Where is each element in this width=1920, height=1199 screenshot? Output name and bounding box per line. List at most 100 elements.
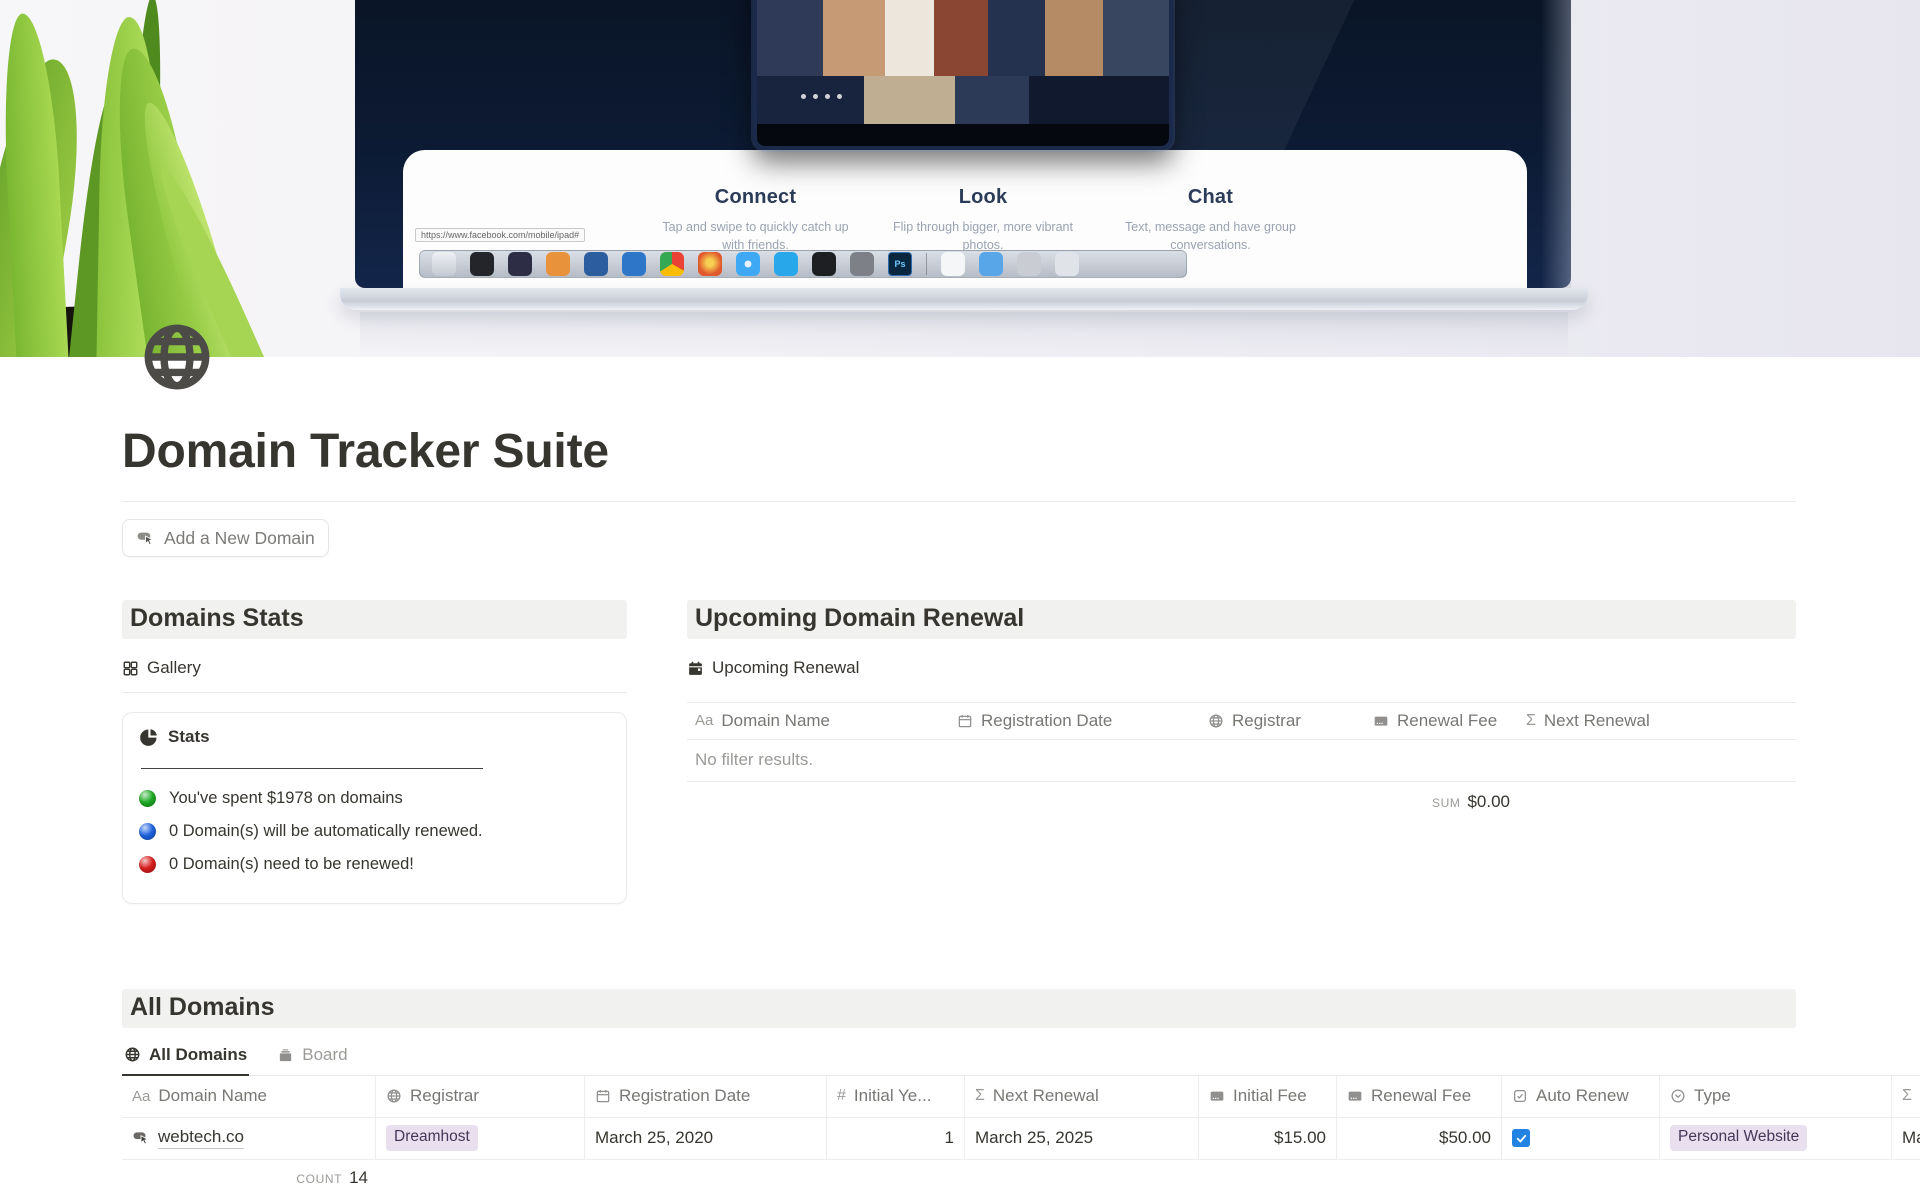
dock-app-icon-eclipse [508,252,532,276]
notion-page: Connect Tap and swipe to quickly catch u… [0,0,1920,1199]
add-new-domain-label: Add a New Domain [164,528,315,549]
stat-item-need-renew: 0 Domain(s) need to be renewed! [139,848,610,881]
column-header-initial-years[interactable]: # Initial Ye... [827,1076,965,1117]
cover-feature-desc: Flip through bigger, more vibrant photos… [881,218,1086,254]
table-row-webtech: webtech.co Dreamhost March 25, 2020 1 Ma… [122,1118,1920,1160]
column-header-initial-fee[interactable]: Initial Fee [1199,1076,1337,1117]
sum-value: $0.00 [1467,792,1510,812]
cell-auto-renew [1502,1118,1660,1159]
upcoming-renewal-view-label: Upcoming Renewal [712,658,859,678]
cover-feature-look: Look Flip through bigger, more vibrant p… [881,186,1086,254]
column-label: Initial Ye... [854,1086,932,1106]
dock-app-icon-firefox [698,252,722,276]
column-label: Registrar [410,1086,479,1106]
cell-registrar[interactable]: Dreamhost [376,1118,585,1159]
tablet-photo-cell [988,0,1046,76]
dock-app-icon-photoshop: Ps [888,252,912,276]
column-header-registration-date[interactable]: Registration Date [949,711,1200,731]
sigma-icon: Σ [1902,1087,1912,1105]
count-calculation[interactable]: COUNT 14 [122,1168,376,1188]
registrar-tag: Dreamhost [386,1125,478,1151]
globe-icon [1208,713,1224,729]
hash-icon: # [837,1087,846,1105]
calendar-icon [687,660,704,677]
column-header-registrar[interactable]: Registrar [1200,711,1365,731]
tab-board[interactable]: Board [275,1041,349,1075]
dock-app-icon-thunderbird [622,252,646,276]
column-label: Registration Date [619,1086,750,1106]
upcoming-renewal-table: Aa Domain Name Registrati [687,702,1796,812]
cell-formula[interactable]: Ma [1892,1118,1920,1159]
tablet-photo-cell [934,0,988,76]
sum-label: SUM [1432,796,1460,810]
cell-initial-fee[interactable]: $15.00 [1199,1118,1337,1159]
cell-initial-years[interactable]: 1 [827,1118,965,1159]
column-header-registrar[interactable]: Registrar [376,1076,585,1117]
column-header-auto-renew[interactable]: Auto Renew [1502,1076,1660,1117]
dock-app-icon-terminal [812,252,836,276]
cover-feature-title: Look [881,186,1086,209]
empty-results-text: No filter results. [687,740,1796,782]
column-header-renewal-fee[interactable]: Renewal Fee [1365,711,1518,731]
cover-feature-title: Connect [653,186,858,209]
column-label: Registration Date [981,711,1112,731]
tab-all-domains[interactable]: All Domains [122,1041,249,1076]
button-click-icon [132,1129,150,1147]
column-header-next-renewal[interactable]: Σ Next Renewal [965,1076,1199,1117]
dock-app-icon-skype [774,252,798,276]
cell-renewal-fee[interactable]: $50.00 [1337,1118,1502,1159]
auto-renew-checkbox-checked[interactable] [1512,1129,1530,1147]
column-header-next-renewal[interactable]: Σ Next Renewal [1518,711,1796,731]
stat-item-spent: You've spent $1978 on domains [139,782,610,815]
tablet-photo-cell [864,76,955,124]
text-icon: Aa [695,712,713,729]
column-label: Next Renewal [1544,711,1650,731]
column-header-type[interactable]: Type [1660,1076,1892,1117]
cover-feature-chat: Chat Text, message and have group conver… [1108,186,1313,254]
column-header-registration-date[interactable]: Registration Date [585,1076,827,1117]
credit-card-icon [1209,1088,1225,1104]
upcoming-renewal-view-tab[interactable]: Upcoming Renewal [687,655,859,681]
view-tabs: All Domains Board [122,1041,1920,1076]
page-icon-globe[interactable] [140,320,214,394]
cell-next-renewal[interactable]: March 25, 2025 [965,1118,1199,1159]
dock-app-icon-chrome [660,252,684,276]
column-label: Type [1694,1086,1731,1106]
cell-type[interactable]: Personal Website [1660,1118,1892,1159]
column-header-renewal-fee[interactable]: Renewal Fee [1337,1076,1502,1117]
stats-card[interactable]: Stats You've spent $1978 on domains 0 Do… [122,712,627,904]
column-header-domain-name[interactable]: Aa Domain Name [122,1076,376,1117]
column-label: Domain Name [721,711,830,731]
tablet-photo-cell [757,76,864,124]
dock-app-icon [584,252,608,276]
grass-plant-photo [0,0,332,357]
column-label: Auto Renew [1536,1086,1629,1106]
count-value: 14 [349,1168,368,1188]
sum-calculation[interactable]: SUM $0.00 [1365,792,1518,812]
domain-page-link[interactable]: webtech.co [158,1127,244,1149]
cover-feature-desc: Tap and swipe to quickly catch up with f… [653,218,858,254]
column-label: Next Renewal [993,1086,1099,1106]
cover-feature-title: Chat [1108,186,1313,209]
cell-registration-date[interactable]: March 25, 2020 [585,1118,827,1159]
tablet-pagination-dots [801,94,842,99]
cover-feature-desc: Text, message and have group conversatio… [1108,218,1313,254]
gallery-view-label: Gallery [147,658,201,678]
page-content: Domain Tracker Suite Add a New Domain Do… [0,357,1920,1188]
tablet-photo [753,0,1173,150]
column-header-formula[interactable]: Σ [1892,1076,1920,1117]
add-new-domain-button[interactable]: Add a New Domain [122,519,329,557]
table-header-row: Aa Domain Name Registrar [122,1076,1920,1118]
sigma-icon: Σ [975,1087,985,1105]
tab-label: Board [302,1045,347,1065]
page-title[interactable]: Domain Tracker Suite [122,423,1920,481]
gallery-view-tab[interactable]: Gallery [122,655,201,681]
column-header-domain-name[interactable]: Aa Domain Name [687,711,949,731]
browser-status-url: https://www.facebook.com/mobile/ipad# [415,228,585,242]
cell-domain-name[interactable]: webtech.co [122,1118,376,1159]
tablet-photo-cell [823,0,885,76]
divider [122,501,1796,502]
macos-dock: Ps [419,250,1187,278]
sigma-icon: Σ [1526,712,1536,730]
all-domains-heading: All Domains [122,989,1796,1028]
